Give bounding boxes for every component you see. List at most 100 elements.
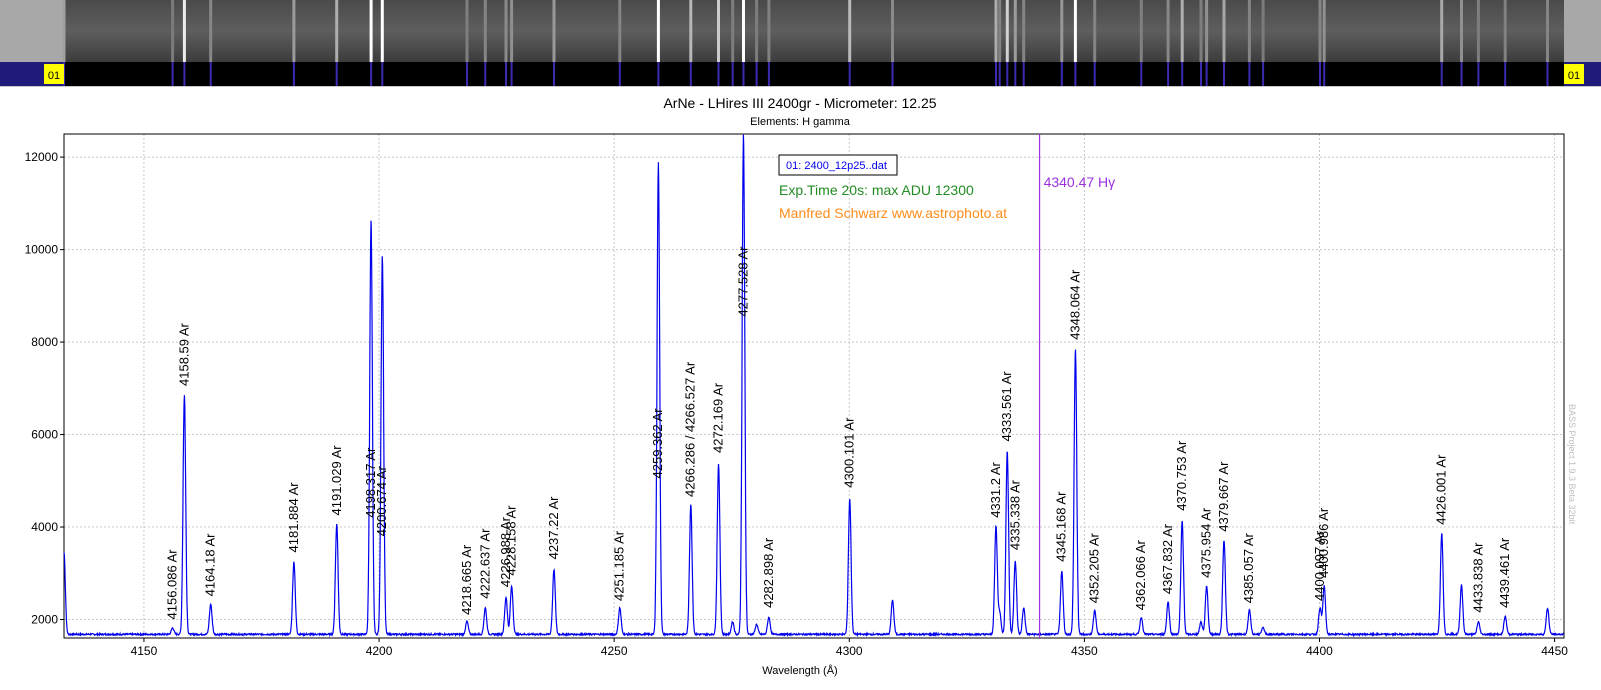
index-tick xyxy=(1319,62,1321,86)
index-tick xyxy=(505,62,507,86)
author-annotation: Manfred Schwarz www.astrophoto.at xyxy=(779,205,1007,221)
emission-streak xyxy=(1205,0,1209,62)
emission-streak xyxy=(1460,0,1463,62)
x-axis-ticks: 4150 4200 4250 4300 4350 4400 4450 xyxy=(131,638,1568,658)
emission-streak xyxy=(1060,0,1064,62)
emission-streak xyxy=(292,0,296,62)
index-tick xyxy=(742,62,745,86)
line-id-label: 4352.205 Ar xyxy=(1087,533,1102,604)
emission-streak xyxy=(1166,0,1170,62)
x-tick-label: 4450 xyxy=(1541,644,1568,658)
index-tick xyxy=(1440,62,1443,86)
line-id-label: 4345.168 Ar xyxy=(1054,491,1069,562)
line-id-label: 4228.158 Ar xyxy=(504,505,519,576)
line-id-label: 4181.884 Ar xyxy=(286,482,301,553)
index-tick xyxy=(1022,62,1025,86)
index-tick xyxy=(1060,62,1063,86)
emission-streak xyxy=(62,0,66,62)
emission-streak xyxy=(171,0,175,62)
index-tick xyxy=(1167,62,1170,86)
index-tick xyxy=(1477,62,1480,86)
spectrum-chart: ArNe - LHires III 2400gr - Micrometer: 1… xyxy=(25,95,1577,677)
emission-streak xyxy=(994,0,998,62)
line-id-label: 4433.838 Ar xyxy=(1471,542,1486,613)
line-id-label: 4251.185 Ar xyxy=(612,530,627,601)
line-id-label: 4379.667 Ar xyxy=(1216,461,1231,532)
x-tick-label: 4200 xyxy=(366,644,393,658)
h-gamma-marker-label: 4340.47 Hγ xyxy=(1044,174,1116,190)
line-id-label: 4222.637 Ar xyxy=(478,528,493,599)
strip-right-pad xyxy=(1564,0,1601,62)
emission-streak xyxy=(465,0,469,62)
index-tick xyxy=(1223,62,1225,86)
emission-streak xyxy=(689,0,693,62)
emission-streak xyxy=(369,0,373,62)
index-tick xyxy=(1460,62,1463,86)
index-tick xyxy=(998,62,1001,86)
y-tick-label: 2000 xyxy=(31,613,58,627)
y-tick-label: 4000 xyxy=(31,520,58,534)
index-tick xyxy=(183,62,186,86)
index-tick xyxy=(1140,62,1143,86)
index-tick xyxy=(510,62,513,86)
emission-streak xyxy=(1261,0,1265,62)
line-id-label: 4348.064 Ar xyxy=(1067,269,1082,340)
index-tick xyxy=(1200,62,1202,86)
index-tick xyxy=(1323,62,1326,86)
line-id-label: 4237.22 Ar xyxy=(546,496,561,560)
y-tick-label: 12000 xyxy=(25,150,59,164)
spectrum-2d-image xyxy=(64,0,1564,62)
line-id-label: 4439.461 Ar xyxy=(1497,537,1512,608)
index-tick xyxy=(1074,62,1077,86)
emission-streak xyxy=(1322,0,1326,62)
emission-streak xyxy=(1222,0,1226,62)
index-tick xyxy=(755,62,758,86)
emission-streak xyxy=(717,0,720,62)
emission-streak xyxy=(1022,0,1026,62)
x-tick-label: 4350 xyxy=(1071,644,1098,658)
emission-streak xyxy=(209,0,213,62)
emission-streak xyxy=(1073,0,1077,62)
emission-streak xyxy=(618,0,622,62)
emission-streak xyxy=(1476,0,1480,62)
line-id-label: 4218.665 Ar xyxy=(459,544,474,615)
right-marker-label: 01 xyxy=(1568,70,1580,82)
emission-streak xyxy=(552,0,556,62)
line-id-label: 4259.362 Ar xyxy=(650,408,665,479)
line-id-label: 4200.674 Ar xyxy=(374,466,389,537)
x-tick-label: 4400 xyxy=(1306,644,1333,658)
emission-streak xyxy=(998,0,1002,62)
emission-streak xyxy=(1180,0,1184,62)
index-tick xyxy=(209,62,212,86)
emission-streak xyxy=(1005,0,1009,62)
line-id-label: 4400.986 Ar xyxy=(1316,507,1331,578)
index-tick xyxy=(767,62,770,86)
index-tick xyxy=(1504,62,1507,86)
line-identification-labels: 4156.086 Ar 4158.59 Ar 4164.18 Ar 4181.884 … xyxy=(165,246,1512,620)
line-id-label: 4191.029 Ar xyxy=(329,445,344,516)
emission-streak xyxy=(767,0,771,62)
line-id-label: 4362.066 Ar xyxy=(1133,540,1148,611)
index-tick xyxy=(370,62,373,86)
line-id-label: 4300.101 Ar xyxy=(842,417,857,488)
emission-streak xyxy=(731,0,735,62)
index-tick xyxy=(731,62,734,86)
index-tick xyxy=(466,62,468,86)
index-tick xyxy=(1205,62,1208,86)
line-id-label: 4367.832 Ar xyxy=(1160,523,1175,594)
line-id-label: 4335.338 Ar xyxy=(1007,479,1022,550)
index-tick xyxy=(484,62,487,86)
index-tick xyxy=(292,62,295,86)
line-id-label: 4272.169 Ar xyxy=(710,382,725,453)
y-tick-label: 6000 xyxy=(31,428,58,442)
line-id-label: 4164.18 Ar xyxy=(203,533,218,597)
index-tick xyxy=(1181,62,1184,86)
emission-streak xyxy=(335,0,339,62)
emission-streak xyxy=(380,0,384,62)
index-tick xyxy=(1014,62,1017,86)
y-axis-ticks: 2000 4000 6000 8000 10000 12000 xyxy=(25,150,64,627)
emission-streak xyxy=(1139,0,1143,62)
line-id-label: 4277.528 Ar xyxy=(736,246,751,317)
index-tick xyxy=(335,62,338,86)
index-tick xyxy=(381,62,384,86)
